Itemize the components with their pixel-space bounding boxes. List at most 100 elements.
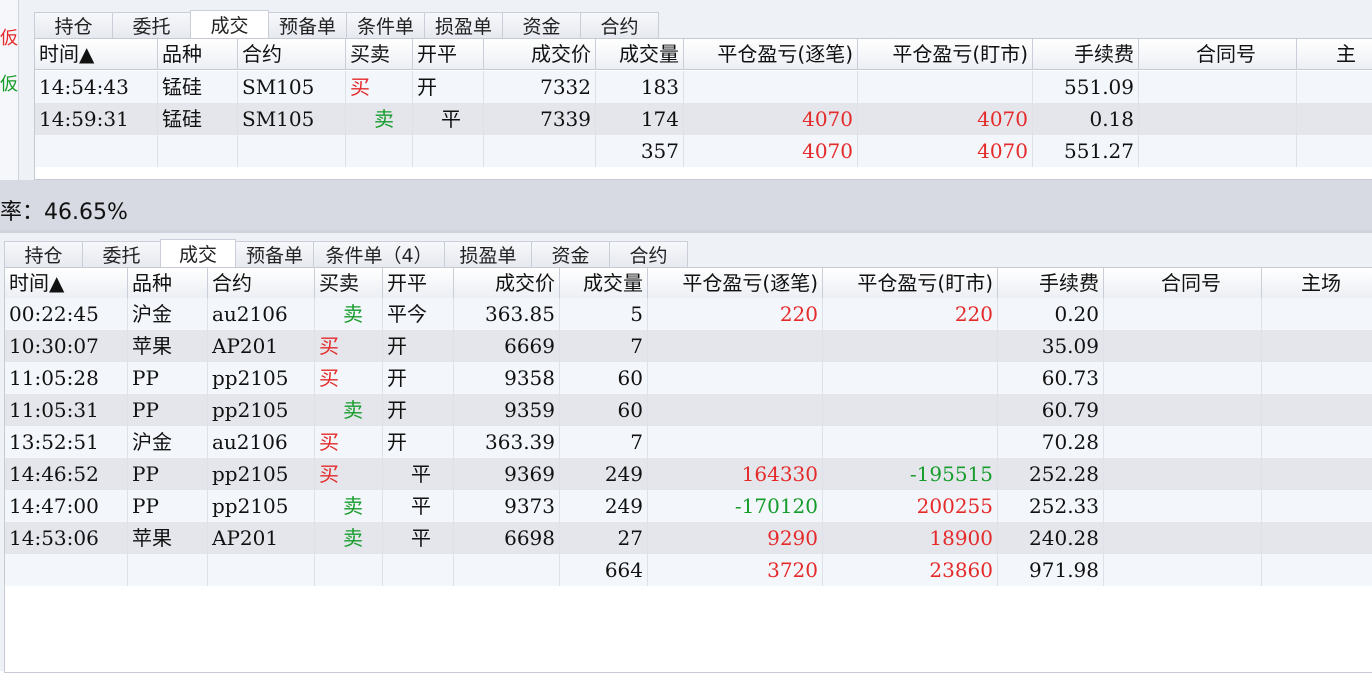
col-header-pnl-mark-to-market[interactable]: 平仓盈亏(盯市)	[823, 268, 998, 298]
total-row[interactable]: 664 3720 23860 971.98	[5, 554, 1372, 586]
cell-time: 14:53:06	[5, 522, 128, 554]
cell-pnl-per-trade: -170120	[648, 490, 823, 522]
cell-time: 00:22:45	[5, 298, 128, 330]
table-row[interactable]: 14:59:31 锰硅 SM105 卖平 7339 174 4070 4070 0.18	[35, 103, 1372, 135]
col-header-order-id[interactable]: 合同号	[1104, 268, 1262, 298]
cell-pnl-per-trade	[648, 330, 823, 362]
tab-stop-profit-loss[interactable]: 损盈单	[444, 241, 532, 267]
col-header-volume[interactable]: 成交量	[560, 268, 648, 298]
cell-price	[484, 135, 596, 167]
col-header-fee[interactable]: 手续费	[1033, 39, 1139, 69]
tab-trades[interactable]: 成交	[160, 239, 236, 267]
cell-extra	[1297, 135, 1372, 167]
table-row[interactable]: 13:52:51 沪金 au2106 买开 363.39 7 70.28	[5, 426, 1372, 458]
table-header: 时间▲ 品种 合约 买卖 开平 成交价 成交量 平仓盈亏(逐笔) 平仓盈亏(盯市) 手续费 合同号主	[35, 39, 1372, 70]
cell-pnl-per-trade: 9290	[648, 522, 823, 554]
cell-volume: 5	[560, 298, 648, 330]
cell-volume: 174	[596, 103, 684, 135]
cell-side: 卖	[315, 490, 383, 522]
col-header-order-id[interactable]: 合同号	[1139, 39, 1297, 69]
cell-product	[158, 135, 238, 167]
tab-reserved-orders[interactable]: 预备单	[235, 241, 314, 267]
col-header-volume[interactable]: 成交量	[596, 39, 684, 69]
cell-pnl-mark-to-market	[858, 71, 1033, 103]
cell-contract: pp2105	[208, 362, 315, 394]
col-header-pnl-mark-to-market[interactable]: 平仓盈亏(盯市)	[858, 39, 1033, 69]
col-header-fee[interactable]: 手续费	[998, 268, 1104, 298]
tab-funds[interactable]: 资金	[531, 241, 610, 267]
cell-pnl-per-trade: 164330	[648, 458, 823, 490]
cell-pnl-mark-to-market: 220	[823, 298, 998, 330]
cell-fee: 0.18	[1033, 103, 1139, 135]
col-header-price[interactable]: 成交价	[484, 39, 596, 69]
col-header-open-close[interactable]: 开平	[413, 39, 484, 69]
col-header-extra[interactable]: 主	[1297, 39, 1372, 69]
col-header-price[interactable]: 成交价	[454, 268, 560, 298]
cell-order-id	[1139, 71, 1297, 103]
cell-extra	[1262, 330, 1372, 362]
tab-conditional-orders[interactable]: 条件单（4）	[313, 241, 445, 267]
cell-volume: 27	[560, 522, 648, 554]
table-row[interactable]: 10:30:07 苹果 AP201 买开 6669 7 35.09	[5, 330, 1372, 362]
table-row[interactable]: 14:54:43 锰硅 SM105 买开 7332 183 551.09	[35, 71, 1372, 103]
table-row[interactable]: 11:05:28 PP pp2105 买开 9358 60 60.73	[5, 362, 1372, 394]
col-header-contract[interactable]: 合约	[208, 268, 315, 298]
cell-contract: pp2105	[208, 458, 315, 490]
table-row[interactable]: 00:22:45 沪金 au2106 卖平今 363.85 5 220 220 0.20	[5, 298, 1372, 330]
tab-conditional-orders[interactable]: 条件单	[346, 12, 425, 38]
tab-trades[interactable]: 成交	[190, 10, 269, 38]
cell-pnl-per-trade	[648, 426, 823, 458]
cell-contract: AP201	[208, 330, 315, 362]
cell-order-id	[1139, 103, 1297, 135]
bottom-trade-panel: 持仓 委托 成交 预备单 条件单（4） 损盈单 资金 合约 时间▲ 品种 合约 买卖开…	[0, 230, 1372, 673]
tab-orders[interactable]: 委托	[112, 12, 191, 38]
col-header-time[interactable]: 时间▲	[5, 268, 128, 298]
cell-fee: 240.28	[998, 522, 1104, 554]
ratio-readout: 率：46.65%	[0, 200, 128, 225]
cell-price	[454, 554, 560, 586]
tab-positions[interactable]: 持仓	[4, 241, 83, 267]
col-header-product[interactable]: 品种	[128, 268, 208, 298]
cell-price: 363.85	[454, 298, 560, 330]
cell-contract: AP201	[208, 522, 315, 554]
cell-product: PP	[128, 490, 208, 522]
cell-contract: au2106	[208, 426, 315, 458]
col-header-open-close[interactable]: 开平	[383, 268, 454, 298]
cell-open-close: 平	[383, 490, 454, 522]
col-header-extra[interactable]: 主场	[1262, 268, 1372, 298]
col-header-side[interactable]: 买卖	[346, 39, 413, 69]
cell-side: 买	[346, 71, 413, 103]
cell-price: 6669	[454, 330, 560, 362]
cell-fee: 252.28	[998, 458, 1104, 490]
cell-order-id	[1104, 330, 1262, 362]
tab-stop-profit-loss[interactable]: 损盈单	[424, 12, 503, 38]
tab-contracts[interactable]: 合约	[580, 12, 659, 38]
splitter-bar[interactable]	[0, 180, 1372, 230]
cell-price: 9358	[454, 362, 560, 394]
cell-contract: pp2105	[208, 394, 315, 426]
col-header-time[interactable]: 时间▲	[35, 39, 158, 69]
col-header-product[interactable]: 品种	[158, 39, 238, 69]
top-trades-table: 时间▲ 品种 合约 买卖 开平 成交价 成交量 平仓盈亏(逐笔) 平仓盈亏(盯市) 手续费 合同号主…	[34, 38, 1372, 180]
tab-contracts[interactable]: 合约	[609, 241, 688, 267]
col-header-contract[interactable]: 合约	[238, 39, 346, 69]
total-row[interactable]: 357 4070 4070 551.27	[35, 135, 1372, 167]
table-row[interactable]: 14:47:00 PP pp2105 卖平 9373 249 -170120 200255 25…	[5, 490, 1372, 522]
table-row[interactable]: 11:05:31 PP pp2105 卖开 9359 60 60.79	[5, 394, 1372, 426]
cell-time: 14:54:43	[35, 71, 158, 103]
cell-open-close: 开	[383, 394, 454, 426]
tab-reserved-orders[interactable]: 预备单	[268, 12, 347, 38]
col-header-side[interactable]: 买卖	[315, 268, 383, 298]
tab-orders[interactable]: 委托	[82, 241, 161, 267]
cell-pnl-per-trade: 220	[648, 298, 823, 330]
cell-side: 买	[315, 330, 383, 362]
cell-price: 7332	[484, 71, 596, 103]
tab-funds[interactable]: 资金	[502, 12, 581, 38]
col-header-pnl-per-trade[interactable]: 平仓盈亏(逐笔)	[648, 268, 823, 298]
table-row[interactable]: 14:46:52 PP pp2105 买平 9369 249 164330 -195515 25…	[5, 458, 1372, 490]
col-header-pnl-per-trade[interactable]: 平仓盈亏(逐笔)	[684, 39, 858, 69]
table-header: 时间▲ 品种 合约 买卖 开平 成交价 成交量 平仓盈亏(逐笔) 平仓盈亏(盯市) 手续费 合同号主…	[5, 268, 1372, 299]
tab-positions[interactable]: 持仓	[34, 12, 113, 38]
cell-product: PP	[128, 362, 208, 394]
table-row[interactable]: 14:53:06 苹果 AP201 卖平 6698 27 9290 18900 240.28	[5, 522, 1372, 554]
